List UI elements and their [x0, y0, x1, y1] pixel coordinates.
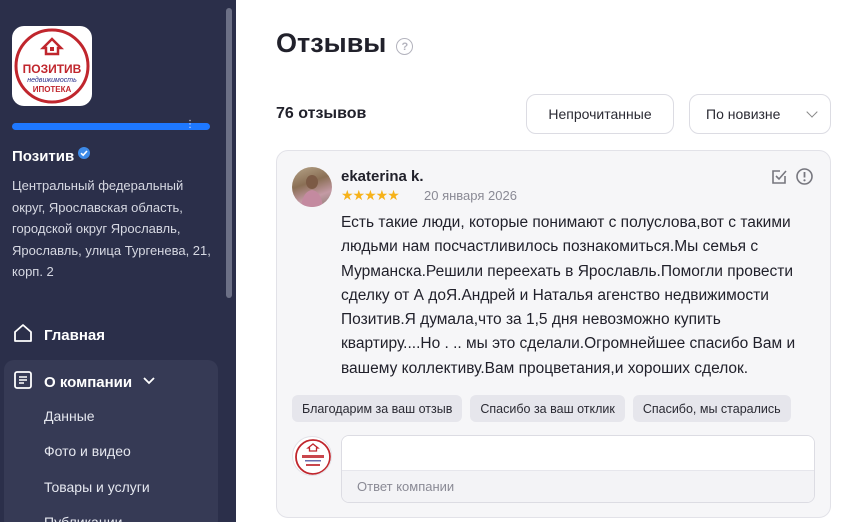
review-rating-stars: ★★★★★ [341, 187, 400, 203]
nav-item-home[interactable]: Главная [12, 322, 105, 348]
nav-about-label: О компании [44, 373, 133, 391]
company-logo[interactable]: ПОЗИТИВ недвижимость ИПОТЕКА [12, 26, 92, 106]
sidebar: ПОЗИТИВ недвижимость ИПОТЕКА ⋮ Позитив Ц… [0, 0, 236, 522]
review-text: Есть такие люди, которые понимают с полу… [341, 214, 796, 377]
sidebar-item-data[interactable]: Данные [44, 408, 95, 424]
sidebar-scrollbar[interactable] [226, 8, 232, 298]
sort-dropdown-label: По новизне [706, 106, 781, 122]
chevron-down-icon [806, 106, 818, 118]
progress-handle-icon: ⋮ [185, 119, 195, 130]
sidebar-item-goods-services[interactable]: Товары и услуги [44, 479, 150, 495]
profile-progress-bar [12, 123, 210, 130]
quick-reply-chip[interactable]: Спасибо, мы старались [632, 395, 791, 422]
reply-input[interactable] [342, 436, 814, 471]
reviews-count: 76 отзывов [276, 105, 367, 122]
unread-filter-button[interactable]: Непрочитанные [526, 94, 674, 134]
report-icon[interactable] [795, 167, 814, 191]
logo-tagline-text: недвижимость [27, 76, 77, 84]
logo-brand-text: ПОЗИТИВ [23, 62, 82, 76]
company-address: Центральный федеральный округ, Ярославск… [12, 178, 211, 279]
nav-item-about[interactable]: О компании [12, 369, 156, 395]
review-actions [770, 167, 814, 191]
home-icon [12, 322, 34, 348]
sort-dropdown[interactable]: По новизне [689, 94, 831, 134]
help-icon[interactable]: ? [396, 38, 414, 55]
page-title-text: Отзывы [276, 28, 387, 58]
quick-replies: Благодарим за ваш отзыв Спасибо за ваш о… [292, 395, 791, 422]
sidebar-item-publications[interactable]: Публикации [44, 514, 122, 522]
page-title: Отзывы ? [276, 28, 414, 59]
document-icon [12, 369, 34, 395]
chevron-down-icon [142, 373, 156, 391]
company-reply-avatar [292, 436, 332, 476]
quick-reply-chip[interactable]: Спасибо за ваш отклик [470, 395, 625, 422]
company-name: Позитив [12, 146, 91, 165]
quick-reply-chip[interactable]: Благодарим за ваш отзыв [292, 395, 463, 422]
reply-box: Ответ компании [341, 435, 815, 503]
company-name-text: Позитив [12, 148, 75, 165]
reviewer-avatar[interactable] [292, 167, 332, 207]
review-date: 20 января 2026 [424, 188, 517, 203]
logo-product-text: ИПОТЕКА [33, 85, 72, 94]
nav-home-label: Главная [44, 326, 106, 344]
review-card: ekaterina k. ★★★★★ 20 января 2026 Есть т… [276, 150, 831, 518]
mark-read-icon[interactable] [770, 167, 789, 191]
verified-badge-icon [78, 146, 91, 159]
review-author[interactable]: ekaterina k. [341, 168, 424, 185]
sidebar-item-photo-video[interactable]: Фото и видео [44, 443, 131, 459]
main-content: Отзывы ? 76 отзывов Непрочитанные По нов… [236, 0, 843, 522]
reply-label: Ответ компании [342, 471, 814, 502]
